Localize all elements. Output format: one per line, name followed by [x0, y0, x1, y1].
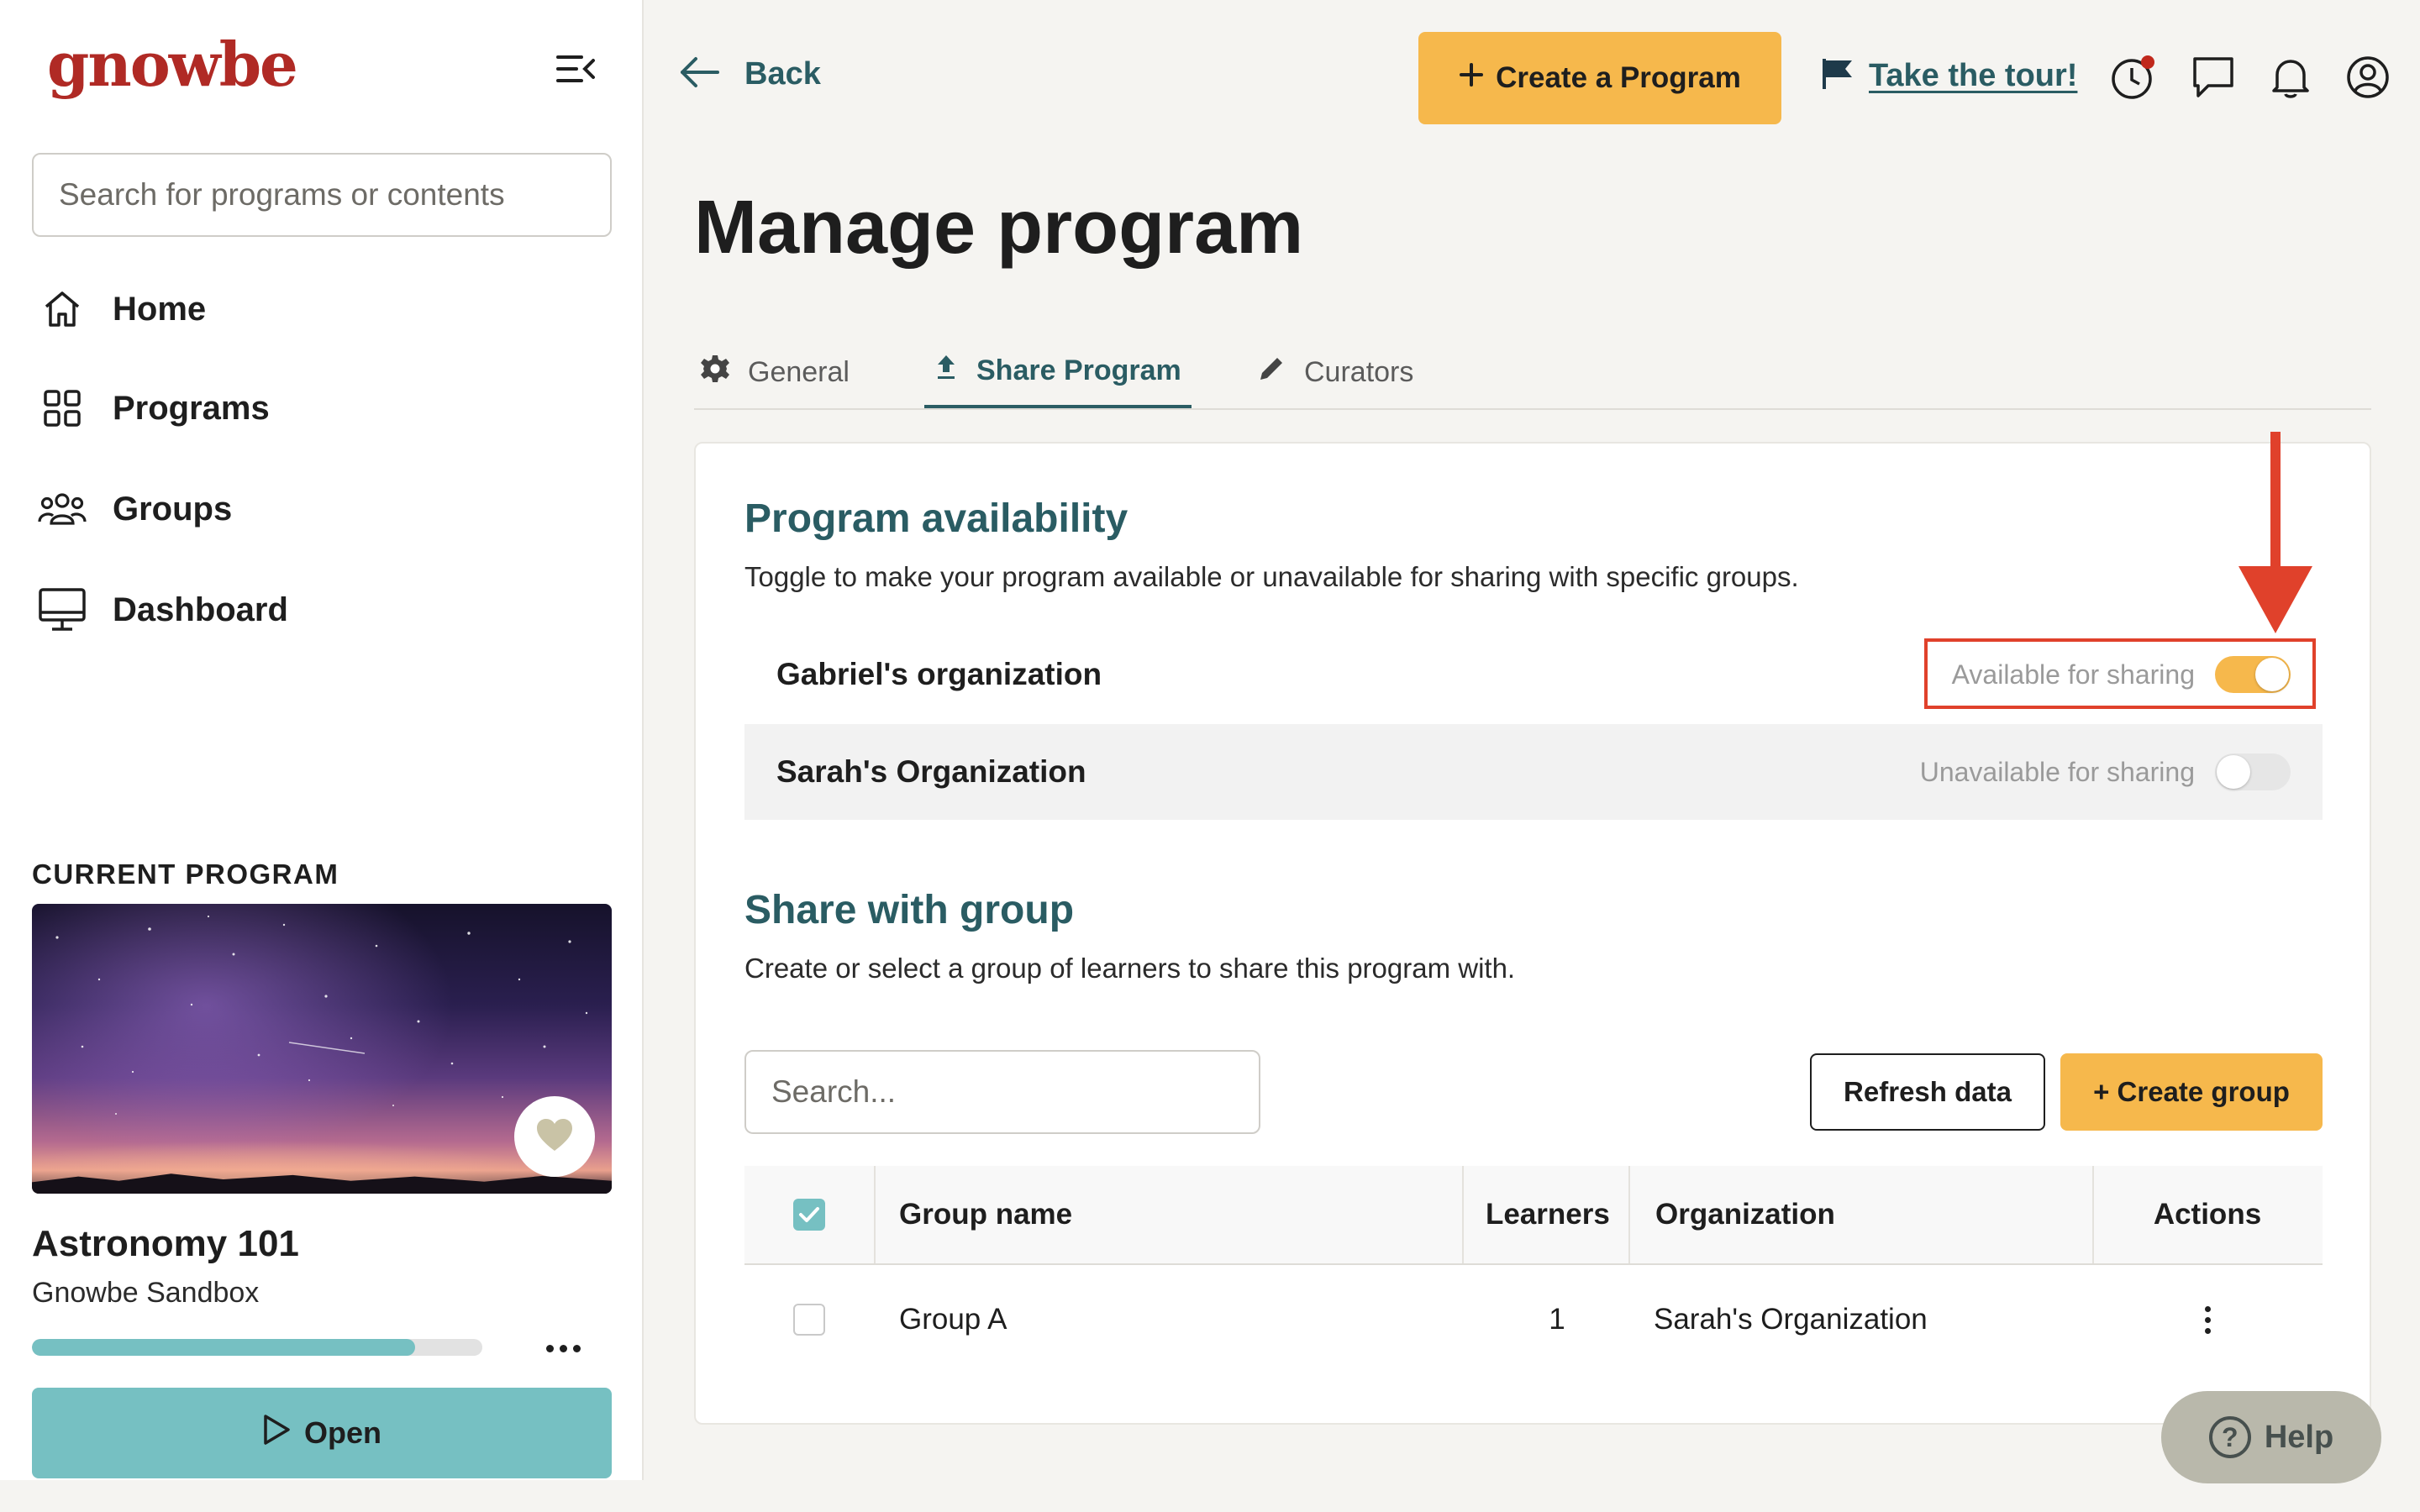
- tab-share-program[interactable]: Share Program: [924, 336, 1192, 408]
- create-program-label: Create a Program: [1496, 61, 1741, 94]
- current-program-title: Astronomy 101: [32, 1223, 299, 1264]
- column-header-learners[interactable]: Learners: [1486, 1166, 1610, 1263]
- table-row[interactable]: Group A 1 Sarah's Organization: [744, 1265, 2323, 1374]
- column-header-actions: Actions: [2153, 1198, 2262, 1231]
- user-circle-icon[interactable]: [2344, 54, 2391, 101]
- page-title: Manage program: [694, 186, 1304, 270]
- pencil-icon: [1257, 354, 1286, 391]
- sidebar-item-label: Groups: [113, 490, 233, 528]
- org-row-sarah: Sarah's Organization Unavailable for sha…: [744, 724, 2323, 820]
- plus-icon: [1459, 61, 1484, 95]
- row-select-cell: [793, 1265, 825, 1374]
- tab-curators[interactable]: Curators: [1257, 336, 1413, 408]
- actions-cell: [2092, 1265, 2323, 1374]
- gear-icon: [701, 354, 729, 391]
- share-program-card: Program availability Toggle to make your…: [694, 432, 2371, 1425]
- tab-general[interactable]: General: [701, 336, 850, 408]
- highlight-annotation-box: [1924, 638, 2316, 709]
- sidebar-item-groups[interactable]: Groups: [37, 475, 608, 543]
- tab-label: Share Program: [976, 354, 1181, 386]
- org-name: Gabriel's organization: [776, 657, 1102, 691]
- home-icon: [37, 284, 87, 334]
- org-name: Sarah's Organization: [776, 754, 1086, 789]
- organization-cell: Sarah's Organization: [1654, 1303, 1928, 1336]
- monitor-icon: [37, 585, 87, 635]
- progress-fill: [32, 1339, 415, 1356]
- more-options-icon[interactable]: [538, 1327, 588, 1369]
- heart-icon: [535, 1117, 574, 1157]
- arrow-left-icon: [679, 55, 721, 93]
- sidebar: gnowbe Home Programs Groups Dashboard CU…: [0, 0, 644, 1480]
- chat-icon[interactable]: [2190, 54, 2237, 101]
- group-search-input[interactable]: [744, 1050, 1260, 1134]
- refresh-data-button[interactable]: Refresh data: [1810, 1053, 2045, 1131]
- sharing-toggle[interactable]: [2215, 753, 2291, 790]
- sidebar-item-label: Dashboard: [113, 591, 288, 628]
- help-label: Help: [2264, 1419, 2334, 1455]
- kebab-menu-icon[interactable]: [2196, 1301, 2219, 1339]
- grid-icon: [37, 383, 87, 433]
- availability-title: Program availability: [744, 496, 1128, 541]
- sidebar-item-dashboard[interactable]: Dashboard: [37, 576, 608, 643]
- select-all-cell: [793, 1166, 825, 1263]
- row-checkbox[interactable]: [793, 1304, 825, 1336]
- bell-icon[interactable]: [2267, 54, 2314, 101]
- availability-description: Toggle to make your program available or…: [744, 561, 1799, 592]
- table-header: Group name Learners Organization Actions: [744, 1166, 2323, 1265]
- select-all-checkbox[interactable]: [793, 1199, 825, 1231]
- clock-icon[interactable]: [2109, 54, 2156, 101]
- create-group-button[interactable]: + Create group: [2060, 1053, 2323, 1131]
- collapse-sidebar-icon[interactable]: [555, 52, 598, 86]
- favorite-button[interactable]: [514, 1096, 595, 1177]
- share-description: Create or select a group of learners to …: [744, 953, 1516, 984]
- current-program-heading: CURRENT PROGRAM: [32, 858, 339, 890]
- column-header-organization[interactable]: Organization: [1655, 1166, 1835, 1263]
- users-icon: [37, 484, 87, 534]
- sidebar-item-label: Programs: [113, 389, 270, 427]
- tab-label: General: [748, 355, 850, 388]
- back-button[interactable]: Back: [679, 55, 821, 93]
- org-status: Unavailable for sharing: [1919, 756, 2195, 787]
- program-cover-image[interactable]: [32, 904, 612, 1194]
- question-icon: ?: [2208, 1416, 2251, 1458]
- column-header-group-name[interactable]: Group name: [899, 1166, 1072, 1263]
- take-tour-link[interactable]: Take the tour!: [1820, 57, 2077, 95]
- open-label: Open: [303, 1415, 381, 1450]
- tab-label: Curators: [1304, 355, 1414, 388]
- take-tour-label: Take the tour!: [1869, 58, 2078, 93]
- current-program-subtitle: Gnowbe Sandbox: [32, 1277, 260, 1309]
- program-progress-bar: [32, 1339, 482, 1356]
- upload-icon: [934, 354, 958, 388]
- flag-icon: [1820, 57, 1855, 95]
- play-icon: [262, 1414, 291, 1453]
- create-program-button[interactable]: Create a Program: [1418, 32, 1781, 124]
- sidebar-item-home[interactable]: Home: [37, 276, 608, 343]
- group-name-cell: Group A: [899, 1303, 1007, 1336]
- sidebar-item-programs[interactable]: Programs: [37, 375, 608, 442]
- groups-table: Group name Learners Organization Actions…: [744, 1166, 2323, 1374]
- sidebar-item-label: Home: [113, 290, 207, 328]
- share-title: Share with group: [744, 888, 1075, 932]
- back-label: Back: [744, 56, 821, 92]
- help-button[interactable]: ? Help: [2161, 1391, 2381, 1483]
- learners-cell: 1: [1549, 1303, 1565, 1336]
- tab-bar: General Share Program Curators: [694, 319, 2371, 410]
- arrow-down-annotation-icon: [2238, 432, 2312, 633]
- open-program-button[interactable]: Open: [32, 1388, 612, 1478]
- sidebar-search-input[interactable]: [32, 153, 612, 237]
- gnowbe-logo[interactable]: gnowbe: [47, 29, 298, 100]
